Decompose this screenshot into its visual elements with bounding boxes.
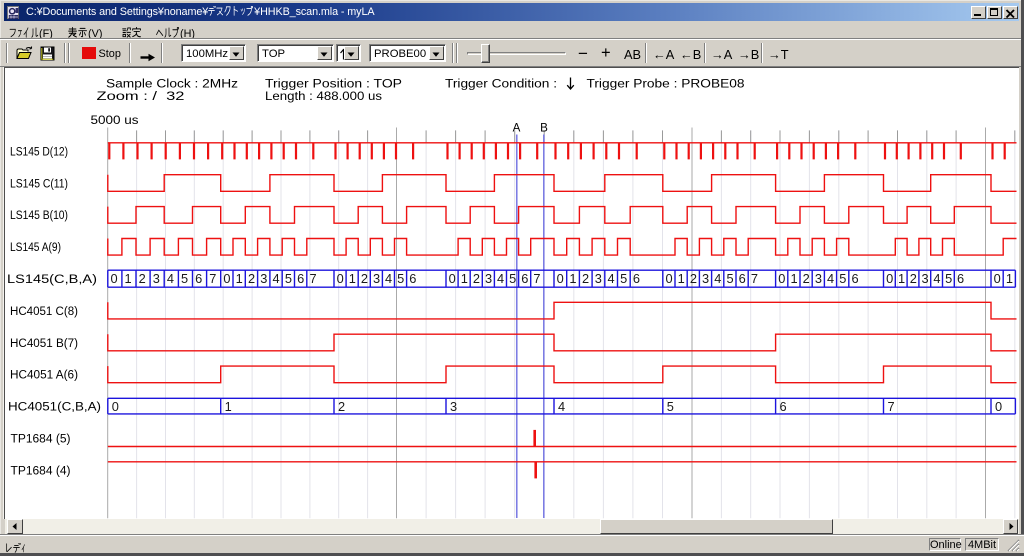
svg-text:6: 6 [633, 271, 640, 286]
svg-text:4: 4 [167, 271, 174, 286]
svg-text:Zoom : / 32: Zoom : / 32 [97, 89, 185, 103]
svg-text:LS145(C,B,A): LS145(C,B,A) [7, 272, 97, 286]
svg-text:6: 6 [409, 271, 416, 286]
svg-text:6: 6 [851, 271, 858, 286]
svg-text:5: 5 [285, 271, 292, 286]
svg-text:LS145 D(12): LS145 D(12) [10, 144, 68, 158]
svg-text:5: 5 [945, 271, 952, 286]
svg-text:7: 7 [209, 271, 216, 286]
svg-text:4: 4 [497, 271, 504, 286]
svg-text:2: 2 [910, 271, 917, 286]
svg-text:Trigger Condition :: Trigger Condition : [445, 77, 557, 91]
svg-text:6: 6 [195, 271, 202, 286]
svg-text:0: 0 [995, 399, 1002, 414]
svg-text:2: 2 [248, 271, 255, 286]
svg-text:1: 1 [236, 271, 243, 286]
svg-text:2: 2 [582, 271, 589, 286]
svg-text:LS145 B(10): LS145 B(10) [10, 208, 68, 222]
svg-text:0: 0 [337, 271, 344, 286]
svg-text:4: 4 [558, 399, 565, 414]
svg-text:A: A [513, 122, 521, 135]
svg-text:5: 5 [726, 271, 733, 286]
svg-text:1: 1 [569, 271, 576, 286]
svg-text:0: 0 [665, 271, 672, 286]
svg-text:3: 3 [153, 271, 160, 286]
svg-text:2: 2 [473, 271, 480, 286]
svg-text:Length : 488.000 us: Length : 488.000 us [265, 89, 382, 103]
svg-text:3: 3 [373, 271, 380, 286]
svg-text:1: 1 [678, 271, 685, 286]
svg-text:1: 1 [898, 271, 905, 286]
svg-text:2: 2 [690, 271, 697, 286]
svg-text:0: 0 [223, 271, 230, 286]
svg-text:5: 5 [839, 271, 846, 286]
svg-text:Trigger Probe : PROBE08: Trigger Probe : PROBE08 [587, 77, 745, 91]
svg-text:0: 0 [557, 271, 564, 286]
svg-text:3: 3 [595, 271, 602, 286]
svg-text:0: 0 [110, 271, 117, 286]
svg-text:3: 3 [815, 271, 822, 286]
svg-text:3: 3 [485, 271, 492, 286]
svg-text:3: 3 [922, 271, 929, 286]
svg-text:1: 1 [790, 271, 797, 286]
svg-text:5: 5 [397, 271, 404, 286]
svg-text:4: 4 [827, 271, 834, 286]
svg-text:LS145 C(11): LS145 C(11) [10, 176, 68, 190]
svg-text:4: 4 [933, 271, 940, 286]
svg-text:HC4051(C,B,A): HC4051(C,B,A) [8, 400, 101, 414]
svg-text:6: 6 [297, 271, 304, 286]
svg-text:0: 0 [778, 271, 785, 286]
svg-text:6: 6 [957, 271, 964, 286]
svg-text:3: 3 [450, 399, 457, 414]
svg-text:1: 1 [125, 271, 132, 286]
svg-text:0: 0 [994, 271, 1001, 286]
svg-text:2: 2 [361, 271, 368, 286]
svg-text:6: 6 [521, 271, 528, 286]
svg-text:7: 7 [887, 399, 894, 414]
svg-text:1: 1 [349, 271, 356, 286]
svg-text:HC4051 A(6): HC4051 A(6) [10, 368, 78, 382]
svg-text:1: 1 [1006, 271, 1013, 286]
svg-text:2: 2 [338, 399, 345, 414]
svg-text:1: 1 [225, 399, 232, 414]
svg-text:4: 4 [273, 271, 280, 286]
svg-text:0: 0 [112, 399, 119, 414]
svg-text:5: 5 [620, 271, 627, 286]
svg-text:1: 1 [461, 271, 468, 286]
svg-text:5: 5 [509, 271, 516, 286]
svg-text:7: 7 [533, 271, 540, 286]
svg-text:B: B [540, 122, 548, 135]
svg-text:4: 4 [385, 271, 392, 286]
svg-text:5: 5 [181, 271, 188, 286]
svg-text:4: 4 [714, 271, 721, 286]
svg-text:5: 5 [667, 399, 674, 414]
svg-text:LS145 A(9): LS145 A(9) [10, 240, 61, 254]
svg-text:0: 0 [886, 271, 893, 286]
svg-text:TP1684 (5): TP1684 (5) [11, 432, 71, 446]
svg-text:7: 7 [751, 271, 758, 286]
svg-text:7: 7 [309, 271, 316, 286]
svg-text:3: 3 [260, 271, 267, 286]
svg-text:2: 2 [803, 271, 810, 286]
svg-text:4: 4 [607, 271, 614, 286]
svg-text:TP1684 (4): TP1684 (4) [11, 463, 71, 477]
svg-text:0: 0 [449, 271, 456, 286]
svg-text:HC4051 C(8): HC4051 C(8) [10, 304, 78, 318]
svg-text:HC4051 B(7): HC4051 B(7) [10, 336, 78, 350]
svg-text:6: 6 [739, 271, 746, 286]
svg-text:6: 6 [780, 399, 787, 414]
svg-text:3: 3 [702, 271, 709, 286]
svg-text:5000 us: 5000 us [91, 113, 139, 127]
svg-text:2: 2 [139, 271, 146, 286]
